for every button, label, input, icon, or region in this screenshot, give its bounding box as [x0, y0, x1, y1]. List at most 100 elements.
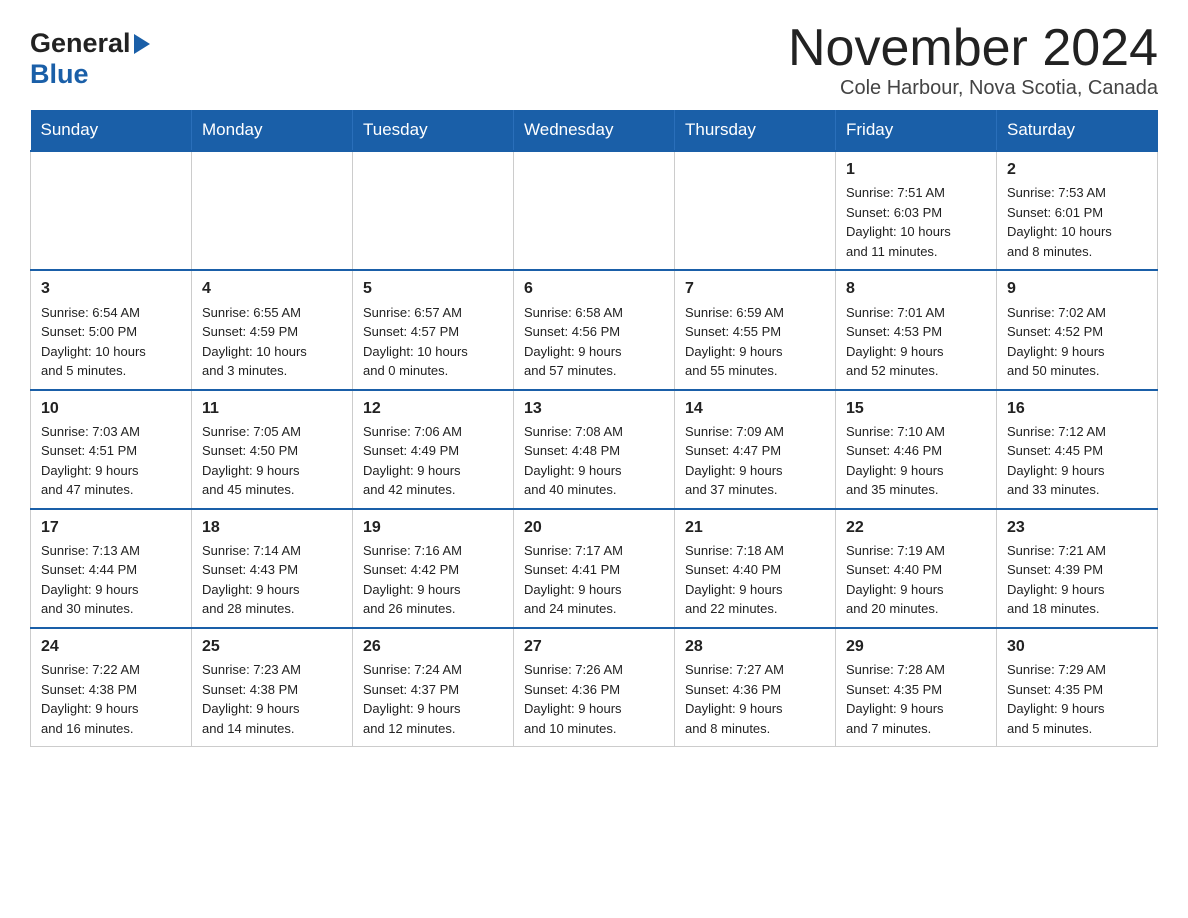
- day-info: Sunrise: 7:29 AM Sunset: 4:35 PM Dayligh…: [1007, 660, 1147, 738]
- day-info: Sunrise: 6:57 AM Sunset: 4:57 PM Dayligh…: [363, 303, 503, 381]
- calendar-cell: 23Sunrise: 7:21 AM Sunset: 4:39 PM Dayli…: [997, 509, 1158, 628]
- day-info: Sunrise: 7:05 AM Sunset: 4:50 PM Dayligh…: [202, 422, 342, 500]
- calendar-week-2: 3 Sunrise: 6:54 AM Sunset: 5:00 PM Daylig…: [31, 270, 1158, 389]
- calendar-header-row: SundayMondayTuesdayWednesdayThursdayFrid…: [31, 110, 1158, 151]
- calendar-cell: [514, 151, 675, 270]
- calendar-header-sunday: Sunday: [31, 110, 192, 151]
- day-number: 1: [846, 158, 986, 181]
- day-number: 30: [1007, 635, 1147, 658]
- day-number: 19: [363, 516, 503, 539]
- calendar-cell: [353, 151, 514, 270]
- day-info: Sunrise: 6:59 AM Sunset: 4:55 PM Dayligh…: [685, 303, 825, 381]
- calendar-cell: 15Sunrise: 7:10 AM Sunset: 4:46 PM Dayli…: [836, 390, 997, 509]
- day-number: 13: [524, 397, 664, 420]
- logo-triangle-icon: [134, 34, 150, 54]
- day-number: 2: [1007, 158, 1147, 181]
- calendar-cell: 27Sunrise: 7:26 AM Sunset: 4:36 PM Dayli…: [514, 628, 675, 747]
- calendar-cell: 30Sunrise: 7:29 AM Sunset: 4:35 PM Dayli…: [997, 628, 1158, 747]
- calendar-cell: [675, 151, 836, 270]
- calendar-cell: 22Sunrise: 7:19 AM Sunset: 4:40 PM Dayli…: [836, 509, 997, 628]
- calendar-cell: 20Sunrise: 7:17 AM Sunset: 4:41 PM Dayli…: [514, 509, 675, 628]
- day-info: Sunrise: 7:26 AM Sunset: 4:36 PM Dayligh…: [524, 660, 664, 738]
- day-number: 7: [685, 277, 825, 300]
- day-number: 27: [524, 635, 664, 658]
- calendar-week-4: 17Sunrise: 7:13 AM Sunset: 4:44 PM Dayli…: [31, 509, 1158, 628]
- day-number: 18: [202, 516, 342, 539]
- day-number: 9: [1007, 277, 1147, 300]
- day-number: 22: [846, 516, 986, 539]
- calendar-header-wednesday: Wednesday: [514, 110, 675, 151]
- calendar-header-saturday: Saturday: [997, 110, 1158, 151]
- day-number: 16: [1007, 397, 1147, 420]
- page-title: November 2024: [788, 20, 1158, 77]
- day-number: 3: [41, 277, 181, 300]
- day-info: Sunrise: 7:03 AM Sunset: 4:51 PM Dayligh…: [41, 422, 181, 500]
- day-number: 17: [41, 516, 181, 539]
- calendar-header-friday: Friday: [836, 110, 997, 151]
- day-number: 25: [202, 635, 342, 658]
- day-info: Sunrise: 7:12 AM Sunset: 4:45 PM Dayligh…: [1007, 422, 1147, 500]
- calendar-cell: 21Sunrise: 7:18 AM Sunset: 4:40 PM Dayli…: [675, 509, 836, 628]
- day-info: Sunrise: 7:08 AM Sunset: 4:48 PM Dayligh…: [524, 422, 664, 500]
- calendar-cell: 1Sunrise: 7:51 AM Sunset: 6:03 PM Daylig…: [836, 151, 997, 270]
- day-number: 24: [41, 635, 181, 658]
- day-number: 14: [685, 397, 825, 420]
- calendar-cell: 24Sunrise: 7:22 AM Sunset: 4:38 PM Dayli…: [31, 628, 192, 747]
- calendar-cell: 9 Sunrise: 7:02 AM Sunset: 4:52 PM Daylig…: [997, 270, 1158, 389]
- calendar-cell: 29Sunrise: 7:28 AM Sunset: 4:35 PM Dayli…: [836, 628, 997, 747]
- title-area: November 2024 Cole Harbour, Nova Scotia,…: [788, 20, 1158, 100]
- day-info: Sunrise: 7:28 AM Sunset: 4:35 PM Dayligh…: [846, 660, 986, 738]
- day-number: 5: [363, 277, 503, 300]
- calendar-cell: 4Sunrise: 6:55 AM Sunset: 4:59 PM Daylig…: [192, 270, 353, 389]
- page-header: General Blue November 2024 Cole Harbour,…: [30, 20, 1158, 100]
- day-info: Sunrise: 7:23 AM Sunset: 4:38 PM Dayligh…: [202, 660, 342, 738]
- calendar-cell: 11Sunrise: 7:05 AM Sunset: 4:50 PM Dayli…: [192, 390, 353, 509]
- day-number: 29: [846, 635, 986, 658]
- calendar-cell: 19Sunrise: 7:16 AM Sunset: 4:42 PM Dayli…: [353, 509, 514, 628]
- day-number: 26: [363, 635, 503, 658]
- day-number: 12: [363, 397, 503, 420]
- day-info: Sunrise: 7:22 AM Sunset: 4:38 PM Dayligh…: [41, 660, 181, 738]
- calendar-cell: 10Sunrise: 7:03 AM Sunset: 4:51 PM Dayli…: [31, 390, 192, 509]
- calendar-cell: 13Sunrise: 7:08 AM Sunset: 4:48 PM Dayli…: [514, 390, 675, 509]
- day-info: Sunrise: 6:54 AM Sunset: 5:00 PM Dayligh…: [41, 303, 181, 381]
- day-number: 23: [1007, 516, 1147, 539]
- day-number: 8: [846, 277, 986, 300]
- day-info: Sunrise: 7:16 AM Sunset: 4:42 PM Dayligh…: [363, 541, 503, 619]
- calendar-cell: 7 Sunrise: 6:59 AM Sunset: 4:55 PM Daylig…: [675, 270, 836, 389]
- calendar-header-monday: Monday: [192, 110, 353, 151]
- calendar-cell: 16Sunrise: 7:12 AM Sunset: 4:45 PM Dayli…: [997, 390, 1158, 509]
- day-info: Sunrise: 7:27 AM Sunset: 4:36 PM Dayligh…: [685, 660, 825, 738]
- day-number: 6: [524, 277, 664, 300]
- calendar-cell: 18Sunrise: 7:14 AM Sunset: 4:43 PM Dayli…: [192, 509, 353, 628]
- day-info: Sunrise: 6:58 AM Sunset: 4:56 PM Dayligh…: [524, 303, 664, 381]
- day-info: Sunrise: 7:19 AM Sunset: 4:40 PM Dayligh…: [846, 541, 986, 619]
- logo: General Blue: [30, 20, 150, 90]
- day-info: Sunrise: 7:13 AM Sunset: 4:44 PM Dayligh…: [41, 541, 181, 619]
- calendar-cell: [192, 151, 353, 270]
- day-info: Sunrise: 7:24 AM Sunset: 4:37 PM Dayligh…: [363, 660, 503, 738]
- day-info: Sunrise: 7:01 AM Sunset: 4:53 PM Dayligh…: [846, 303, 986, 381]
- day-info: Sunrise: 7:21 AM Sunset: 4:39 PM Dayligh…: [1007, 541, 1147, 619]
- day-info: Sunrise: 7:06 AM Sunset: 4:49 PM Dayligh…: [363, 422, 503, 500]
- calendar-cell: 28Sunrise: 7:27 AM Sunset: 4:36 PM Dayli…: [675, 628, 836, 747]
- calendar-cell: 5 Sunrise: 6:57 AM Sunset: 4:57 PM Daylig…: [353, 270, 514, 389]
- calendar-cell: 14Sunrise: 7:09 AM Sunset: 4:47 PM Dayli…: [675, 390, 836, 509]
- day-number: 20: [524, 516, 664, 539]
- day-number: 15: [846, 397, 986, 420]
- day-number: 28: [685, 635, 825, 658]
- day-info: Sunrise: 7:02 AM Sunset: 4:52 PM Dayligh…: [1007, 303, 1147, 381]
- calendar-week-5: 24Sunrise: 7:22 AM Sunset: 4:38 PM Dayli…: [31, 628, 1158, 747]
- day-info: Sunrise: 7:53 AM Sunset: 6:01 PM Dayligh…: [1007, 183, 1147, 261]
- calendar-cell: 2Sunrise: 7:53 AM Sunset: 6:01 PM Daylig…: [997, 151, 1158, 270]
- calendar-header-thursday: Thursday: [675, 110, 836, 151]
- day-number: 11: [202, 397, 342, 420]
- day-info: Sunrise: 7:14 AM Sunset: 4:43 PM Dayligh…: [202, 541, 342, 619]
- day-info: Sunrise: 7:09 AM Sunset: 4:47 PM Dayligh…: [685, 422, 825, 500]
- day-info: Sunrise: 7:10 AM Sunset: 4:46 PM Dayligh…: [846, 422, 986, 500]
- calendar-cell: 8 Sunrise: 7:01 AM Sunset: 4:53 PM Daylig…: [836, 270, 997, 389]
- calendar-week-1: 1Sunrise: 7:51 AM Sunset: 6:03 PM Daylig…: [31, 151, 1158, 270]
- calendar-cell: 3 Sunrise: 6:54 AM Sunset: 5:00 PM Daylig…: [31, 270, 192, 389]
- logo-general-text: General: [30, 28, 131, 59]
- day-info: Sunrise: 7:18 AM Sunset: 4:40 PM Dayligh…: [685, 541, 825, 619]
